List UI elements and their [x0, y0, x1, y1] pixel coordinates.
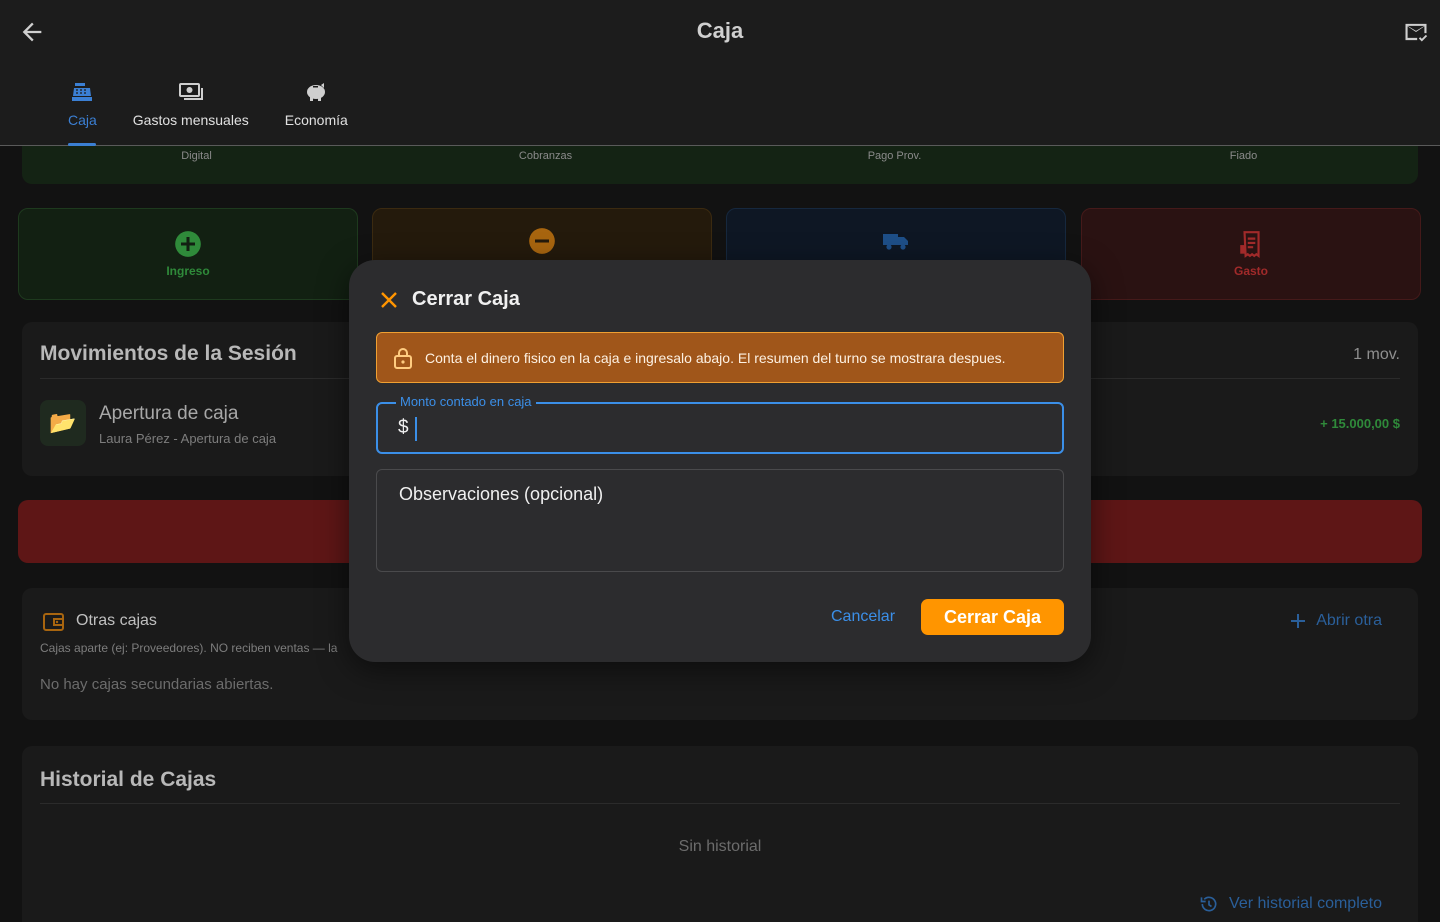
app-bar: Caja Caja Gastos mensuales Economía — [0, 0, 1440, 146]
other-registers-empty: No hay cajas secundarias abiertas. — [40, 676, 274, 693]
plus-circle-icon — [175, 231, 201, 257]
view-full-history-label: Ver historial completo — [1229, 895, 1382, 912]
movement-name: Apertura de caja — [99, 403, 239, 424]
movements-title: Movimientos de la Sesión — [40, 342, 297, 365]
alert-text: Conta el dinero fisico en la caja e ingr… — [425, 349, 1006, 366]
tab-economia[interactable]: Economía — [267, 78, 366, 146]
open-other-register-button[interactable]: Abrir otra — [1290, 612, 1382, 630]
confirm-close-register-button[interactable]: Cerrar Caja — [921, 599, 1064, 635]
plus-icon — [1291, 614, 1306, 628]
tab-caja[interactable]: Caja — [50, 78, 115, 146]
movements-count: 1 mov. — [1353, 346, 1400, 363]
tab-caja-label: Caja — [68, 112, 97, 128]
text-caret — [415, 417, 417, 441]
cash-register-icon — [68, 78, 96, 106]
history-title: Historial de Cajas — [40, 768, 217, 791]
notes-field[interactable]: Observaciones (opcional) — [376, 469, 1064, 572]
open-other-label: Abrir otra — [1316, 612, 1382, 629]
dialog-title: Cerrar Caja — [412, 288, 520, 310]
currency-prefix: $ — [398, 417, 409, 438]
cash-icon — [177, 78, 205, 106]
page-title: Caja — [696, 18, 744, 43]
close-register-dialog: Cerrar Caja Conta el dinero fisico en la… — [349, 260, 1091, 662]
close-icon[interactable] — [377, 288, 401, 312]
cancel-button[interactable]: Cancelar — [821, 599, 905, 635]
mail-check-icon — [1405, 23, 1428, 42]
other-registers-title: Otras cajas — [76, 612, 157, 629]
summary-label-fiado: Fiado — [1229, 150, 1258, 162]
summary-label-pago-prov: Pago Prov. — [867, 150, 922, 162]
truck-icon — [883, 234, 908, 250]
summary-strip: Digital Cobranzas Pago Prov. Fiado — [22, 146, 1418, 184]
view-full-history-link[interactable]: Ver historial completo — [1199, 894, 1382, 914]
history-empty: Sin historial — [678, 838, 762, 855]
amount-input[interactable] — [418, 412, 1038, 446]
piggy-bank-icon — [302, 78, 330, 106]
amount-field-label: Monto contado en caja — [396, 394, 536, 409]
gasto-label: Gasto — [1233, 264, 1268, 278]
folder-open-icon: 📂 — [40, 400, 86, 446]
divider — [40, 803, 1400, 804]
ingreso-button[interactable]: Ingreso — [18, 208, 358, 300]
lock-icon — [394, 347, 412, 369]
tab-economia-label: Economía — [284, 112, 348, 128]
minus-circle-icon — [529, 228, 555, 254]
summary-label-cobranzas: Cobranzas — [518, 150, 573, 162]
notes-placeholder: Observaciones (opcional) — [399, 484, 604, 504]
movement-amount: + 15.000,00 $ — [1320, 416, 1400, 431]
summary-label-digital: Digital — [181, 150, 212, 162]
history-icon — [1200, 896, 1217, 912]
tab-bar: Caja Gastos mensuales Economía — [50, 78, 366, 146]
gasto-button[interactable]: Gasto — [1081, 208, 1421, 300]
ingreso-label: Ingreso — [166, 264, 210, 278]
wallet-icon — [43, 613, 64, 631]
receipt-icon — [1240, 231, 1260, 258]
movement-subtitle: Laura Pérez - Apertura de caja — [99, 431, 277, 446]
other-registers-subtitle: Cajas aparte (ej: Proveedores). NO recib… — [40, 641, 338, 655]
warning-alert: Conta el dinero fisico en la caja e ingr… — [376, 332, 1064, 383]
mail-button[interactable] — [1402, 18, 1430, 46]
tab-gastos-mensuales[interactable]: Gastos mensuales — [115, 78, 267, 146]
register-history-card: Historial de Cajas Sin historial Ver his… — [22, 746, 1418, 922]
amount-counted-field[interactable]: Monto contado en caja $ — [376, 394, 1064, 454]
tab-gastos-label: Gastos mensuales — [132, 112, 249, 128]
